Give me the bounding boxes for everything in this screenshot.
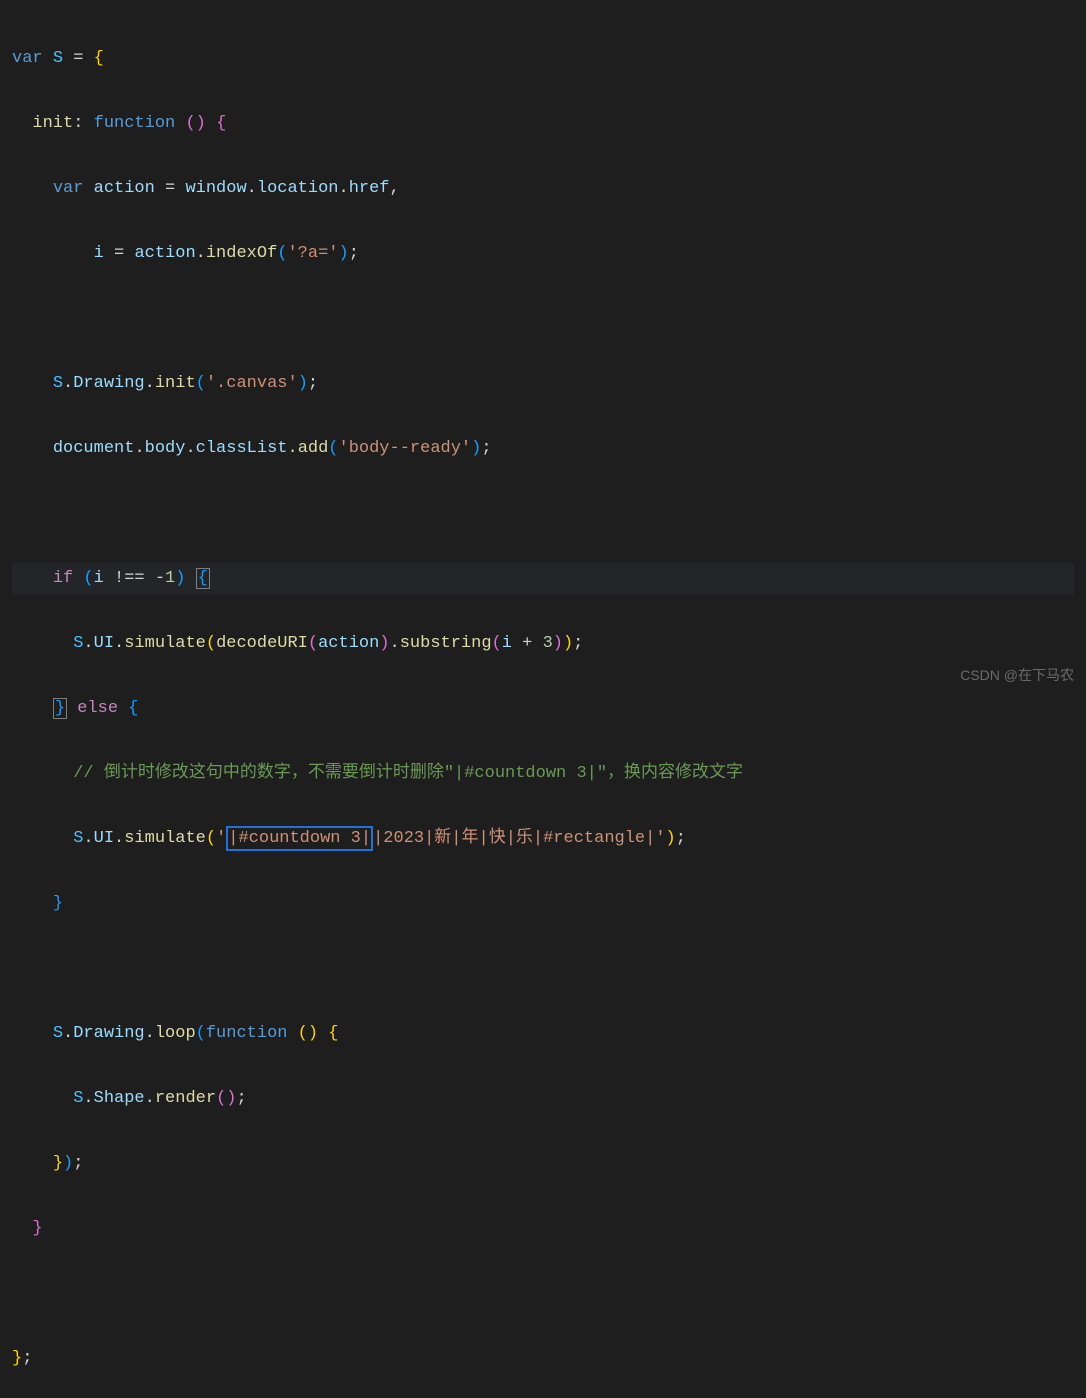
cursor-position: {: [196, 568, 210, 589]
code-line: S.Shape.render();: [12, 1083, 1074, 1116]
watermark: CSDN @在下马农: [960, 659, 1074, 692]
code-line: S.Drawing.loop(function () {: [12, 1018, 1074, 1051]
code-line: [12, 1278, 1074, 1311]
code-line: });: [12, 1148, 1074, 1181]
code-line: init: function () {: [12, 108, 1074, 141]
code-line: S.UI.simulate('|#countdown 3||2023|新|年|快…: [12, 823, 1074, 856]
code-line: }: [12, 888, 1074, 921]
code-line: [12, 953, 1074, 986]
code-line: [12, 498, 1074, 531]
highlighted-text: |#countdown 3|: [226, 826, 373, 851]
code-line: [12, 303, 1074, 336]
code-line: };: [12, 1343, 1074, 1376]
code-line: document.body.classList.add('body--ready…: [12, 433, 1074, 466]
code-editor[interactable]: var S = { init: function () { var action…: [0, 0, 1086, 1398]
code-line: S.UI.simulate(decodeURI(action).substrin…: [12, 628, 1074, 661]
code-line: var S = {: [12, 43, 1074, 76]
code-line: } else {: [12, 693, 1074, 726]
code-line: }: [12, 1213, 1074, 1246]
code-line: var action = window.location.href,: [12, 173, 1074, 206]
code-line: // 倒计时修改这句中的数字，不需要倒计时删除"|#countdown 3|"，…: [12, 758, 1074, 791]
code-line: S.Drawing.init('.canvas');: [12, 368, 1074, 401]
code-line-active: if (i !== -1) {: [12, 563, 1074, 596]
code-line: i = action.indexOf('?a=');: [12, 238, 1074, 271]
